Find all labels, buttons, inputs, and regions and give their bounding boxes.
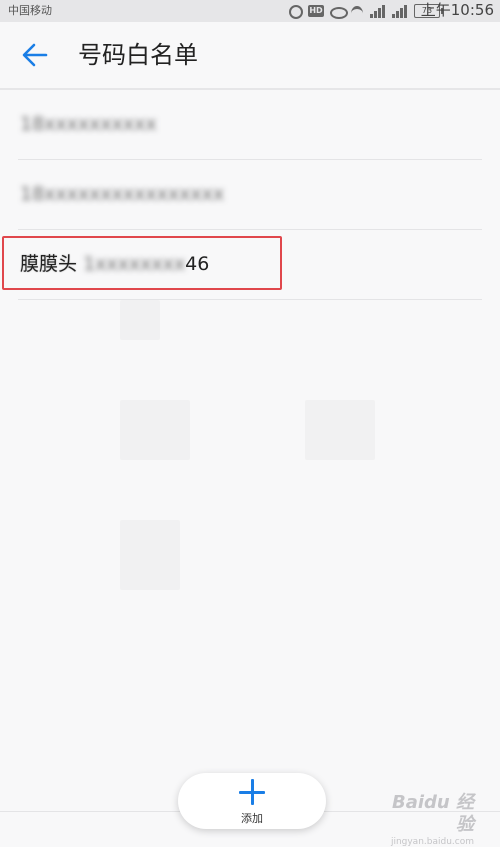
ghost-shape	[305, 400, 375, 460]
phone-number: 1xxxxxxxx	[83, 253, 186, 275]
app-bar: 号码白名单	[0, 22, 500, 90]
whitelist-item[interactable]: 18xxxxxxxxxx	[18, 90, 482, 160]
phone-screen: 中国移动 HD 73 上午10:56 号码白名单 18xxxxxxxxxx 18…	[0, 0, 500, 847]
wifi-icon	[350, 4, 364, 18]
contact-entry: 膜膜头 1xxxxxxxx46	[20, 252, 209, 276]
ghost-shape	[120, 400, 190, 460]
whitelist-item[interactable]: 膜膜头 1xxxxxxxx46	[18, 230, 482, 300]
watermark-url: jingyan.baidu.com	[390, 837, 474, 847]
hd-icon: HD	[308, 5, 324, 17]
status-icons: HD 73	[288, 2, 443, 20]
whitelist-list: 18xxxxxxxxxx 18xxxxxxxxxxxxxxxx 膜膜头 1xxx…	[0, 90, 500, 300]
back-arrow-icon	[22, 43, 48, 67]
phone-number: 18xxxxxxxxxxxxxxxx	[20, 183, 225, 205]
phone-number-suffix: 46	[185, 253, 210, 275]
clock: 上午10:56	[420, 1, 494, 19]
ghost-shape	[120, 300, 160, 340]
whitelist-item[interactable]: 18xxxxxxxxxxxxxxxx	[18, 160, 482, 230]
watermark-logo: Baidu 经验	[391, 792, 474, 835]
add-button-label: 添加	[241, 812, 263, 825]
ghost-shape	[120, 520, 180, 590]
page-title: 号码白名单	[78, 41, 198, 69]
signal-icon	[370, 4, 386, 18]
status-bar: 中国移动 HD 73 上午10:56	[0, 0, 500, 22]
alarm-icon	[288, 4, 303, 19]
signal-icon-2	[392, 4, 408, 18]
carrier-label: 中国移动	[8, 4, 52, 17]
contact-name: 膜膜头	[20, 253, 78, 275]
phone-number: 18xxxxxxxxxx	[20, 113, 157, 135]
back-button[interactable]	[18, 38, 52, 72]
baidu-watermark: Baidu 经验 jingyan.baidu.com	[378, 792, 474, 847]
add-button[interactable]: 添加	[178, 773, 326, 829]
plus-icon	[239, 779, 265, 805]
eye-icon	[330, 4, 348, 19]
